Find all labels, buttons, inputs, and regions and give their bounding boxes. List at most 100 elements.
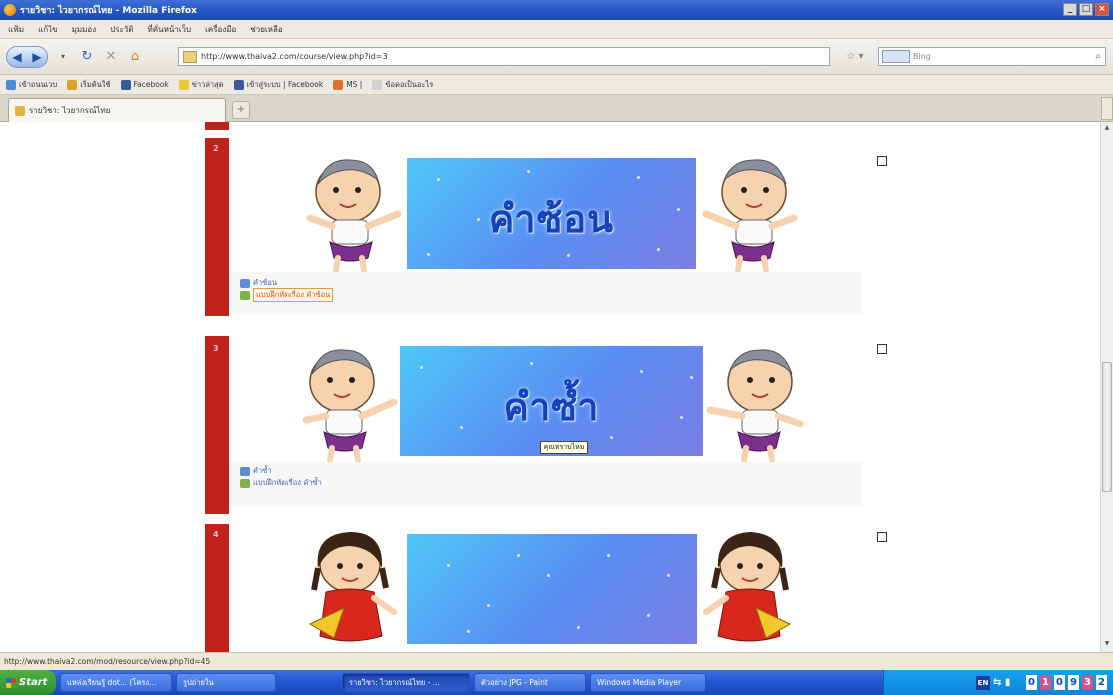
clock-digit: 2 [1096,675,1107,690]
window-title: รายวิชา: ไวยากรณ์ไทย - Mozilla Firefox [20,6,197,16]
maximize-button[interactable]: □ [1079,3,1093,16]
bookmark-item[interactable]: ข่าวล่าสุด [178,79,224,91]
close-button[interactable]: × [1095,3,1109,16]
bookmark-item[interactable]: เข้าสู่ระบบ | Facebook [233,79,323,91]
network-icon[interactable]: ⇆ ▮ [993,677,1023,688]
page-content: 2 คำซ้อน คำซ้อน แบบฝึกหัดเรื่อง คำซ้อน 3… [0,122,1100,652]
system-tray: EN ⇆ ▮ 0 1 0 9 3 2 [883,670,1113,695]
search-engine-icon[interactable] [882,50,910,63]
search-bar[interactable]: Bing ⌕ [878,47,1106,66]
windows-taskbar: Start แหล่งเรียนรู้ dot... (โครง... รูปถ… [0,670,1113,695]
thai-girl-character [703,532,792,642]
status-text: http://www.thaiva2.com/mod/resource/view… [4,657,211,666]
reload-icon[interactable]: ↻ [78,48,96,66]
menu-tools[interactable]: เครื่องมือ [205,23,236,36]
completion-checkbox[interactable] [877,156,887,166]
thai-boy-character [302,349,398,462]
taskbar-item[interactable]: แหล่งเรียนรู้ dot... (โครง... [60,673,172,692]
search-placeholder: Bing [913,52,931,61]
quiz-link[interactable]: แบบฝึกหัดเรื่อง คำซ้อน [240,288,334,302]
thai-girl-character [308,532,397,642]
tooltip: คุณทราบไหม [540,441,588,454]
window-titlebar: รายวิชา: ไวยากรณ์ไทย - Mozilla Firefox _… [0,0,1113,20]
bookmark-item[interactable]: Facebook [120,79,169,90]
thai-boy-character [306,159,402,272]
menu-help[interactable]: ช่วยเหลือ [250,23,282,36]
new-tab-button[interactable]: + [232,101,250,119]
section-bar [205,138,229,316]
clock-digit: 1 [1040,675,1051,690]
bookmark-item[interactable]: เริ่มต้นใช้ [67,79,111,91]
quiz-link[interactable]: แบบฝึกหัดเรื่อง คำซ้ำ [240,477,322,489]
bookmark-icon [67,79,78,90]
scroll-up-icon[interactable]: ▲ [1102,124,1112,134]
back-forward-buttons[interactable]: ◀ ▶ [6,45,48,68]
thai-boy-character [706,349,804,462]
banner-image: คำซ้ำ [400,346,703,456]
completion-checkbox[interactable] [877,532,887,542]
bookmark-icon [372,79,383,90]
tab-bar: รายวิชา: ไวยากรณ์ไทย + [0,95,1113,122]
site-identity-icon[interactable] [183,50,197,63]
back-icon[interactable]: ◀ [12,50,21,64]
windows-logo-icon [6,677,16,688]
page-icon [240,278,250,288]
section-links: คำซ้อน แบบฝึกหัดเรื่อง คำซ้อน [240,277,334,302]
firefox-icon [4,4,16,16]
taskbar-item[interactable]: ตัวอย่าง JPG - Paint [474,673,586,692]
section-number: 3 [213,344,219,353]
minimize-button[interactable]: _ [1063,3,1077,16]
start-button[interactable]: Start [0,670,56,695]
menu-view[interactable]: มุมมอง [72,23,97,36]
taskbar-item[interactable]: Windows Media Player [590,673,706,692]
language-icon[interactable]: EN [976,675,990,690]
menu-history[interactable]: ประวัติ [110,23,133,36]
thai-boy-character [702,159,798,272]
tab-course[interactable]: รายวิชา: ไวยากรณ์ไทย [8,98,226,122]
status-bar: http://www.thaiva2.com/mod/resource/view… [0,652,1113,670]
section-bar [205,336,229,514]
bookmark-star-icon[interactable]: ☆ ▾ [838,47,872,66]
section-number: 4 [213,530,219,539]
url-bar[interactable]: http://www.thaiva2.com/course/view.php?i… [178,47,830,66]
stop-icon[interactable]: ✕ [102,48,120,66]
taskbar-item-active[interactable]: รายวิชา: ไวยากรณ์ไทย - ... [342,673,470,692]
section-links: คำซ้ำ แบบฝึกหัดเรื่อง คำซ้ำ [240,465,322,489]
url-text: http://www.thaiva2.com/course/view.php?i… [201,52,388,61]
search-icon[interactable]: ⌕ [1095,51,1101,62]
vertical-scrollbar[interactable]: ▲ ▼ [1100,122,1113,652]
resource-link[interactable]: คำซ้ำ [240,465,322,477]
tab-favicon [15,105,25,116]
navigation-toolbar: ◀ ▶ ▾ ↻ ✕ ⌂ http://www.thaiva2.com/cours… [0,39,1113,75]
menu-bar: แฟ้ม แก้ไข มุมมอง ประวัติ ที่คั่นหน้าเว็… [0,20,1113,39]
tab-label: รายวิชา: ไวยากรณ์ไทย [29,106,111,115]
quiz-icon [240,478,250,488]
completion-checkbox[interactable] [877,344,887,354]
history-dropdown-icon[interactable]: ▾ [54,48,72,66]
scrollbar-thumb[interactable] [1102,362,1112,492]
banner-title: คำซ้ำ [503,384,600,429]
clock-digit: 0 [1026,675,1037,690]
menu-edit[interactable]: แก้ไข [38,23,58,36]
scroll-down-icon[interactable]: ▼ [1102,640,1112,650]
bookmarks-toolbar: เข้าถนนเวบ เริ่มต้นใช้ Facebook ข่าวล่าส… [0,75,1113,95]
facebook-icon [233,79,244,90]
page-icon [240,466,250,476]
section-number: 2 [213,144,219,153]
menu-bookmarks[interactable]: ที่คั่นหน้าเว็บ [147,23,191,36]
forward-icon[interactable]: ▶ [32,50,41,64]
section-bar [205,524,229,652]
bookmark-icon [333,79,344,90]
bookmark-item[interactable]: MS | [333,79,362,90]
tab-scroll-button[interactable] [1101,97,1113,120]
bookmark-item[interactable]: ข้อคอเป็นอะไร [372,79,433,91]
bookmark-icon [178,79,189,90]
taskbar-item[interactable]: รูปถ่ายใน [176,673,276,692]
home-icon[interactable]: ⌂ [126,48,144,66]
clock-digit: 0 [1054,675,1065,690]
menu-file[interactable]: แฟ้ม [8,23,24,36]
section-bar [205,122,229,130]
section-resources-area [229,462,862,506]
bookmark-item[interactable]: เข้าถนนเวบ [6,79,57,91]
banner-image [407,534,697,644]
